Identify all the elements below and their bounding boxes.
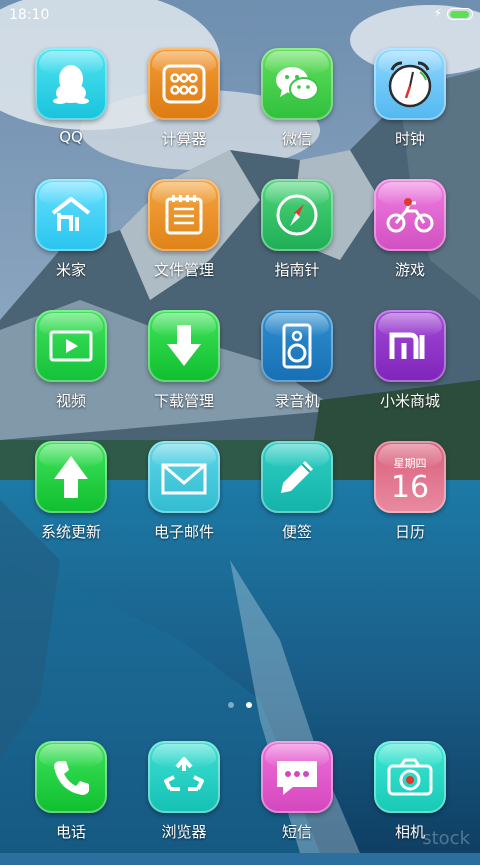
app-compass[interactable]: 指南针 [241, 179, 353, 303]
app-label: 电话 [55, 823, 86, 841]
mi-logo-icon [374, 310, 446, 382]
app-label: 文件管理 [153, 261, 214, 279]
app-label: 系统更新 [40, 523, 101, 541]
dock-messages[interactable]: 短信 [241, 741, 353, 865]
calendar-day: 16 [390, 470, 430, 505]
app-label: 时钟 [394, 130, 425, 148]
app-label: 下载管理 [153, 392, 214, 410]
page-dot-active[interactable] [246, 702, 252, 708]
file-manager-icon [148, 179, 220, 251]
video-icon [35, 310, 107, 382]
app-label: 微信 [281, 130, 312, 148]
watermark: stock [422, 828, 470, 849]
speaker-icon [261, 310, 333, 382]
download-icon [148, 310, 220, 382]
app-calculator[interactable]: 计算器 [128, 48, 240, 172]
calendar-icon: 星期四 16 [374, 441, 446, 513]
motorcycle-icon [374, 179, 446, 251]
app-wechat[interactable]: 微信 [241, 48, 353, 172]
app-label: 米家 [55, 261, 86, 279]
app-file-manager[interactable]: 文件管理 [128, 179, 240, 303]
app-label: 小米商城 [379, 392, 440, 410]
page-dot[interactable] [228, 702, 234, 708]
battery-icon [447, 8, 473, 20]
calculator-icon [148, 48, 220, 120]
phone-icon [35, 741, 107, 813]
recycle-icon [148, 741, 220, 813]
charging-icon: ⚡ [433, 6, 442, 20]
compass-icon [261, 179, 333, 251]
app-label: 便签 [281, 523, 312, 541]
status-time: 18:10 [9, 7, 50, 23]
app-label: 电子邮件 [153, 523, 214, 541]
upload-icon [35, 441, 107, 513]
app-recorder[interactable]: 录音机 [241, 310, 353, 434]
camera-icon [374, 741, 446, 813]
app-game[interactable]: 游戏 [354, 179, 466, 303]
app-notes[interactable]: 便签 [241, 441, 353, 565]
app-label: 指南针 [274, 261, 320, 279]
app-email[interactable]: 电子邮件 [128, 441, 240, 565]
mijia-icon [35, 179, 107, 251]
app-label: 录音机 [274, 392, 320, 410]
dock-phone[interactable]: 电话 [15, 741, 127, 865]
app-label: 计算器 [161, 130, 207, 148]
page-indicator [0, 702, 480, 708]
app-label: 相机 [394, 823, 425, 841]
status-bar: 18:10 ⚡ [0, 0, 480, 30]
app-label: 视频 [55, 392, 86, 410]
pencil-icon [261, 441, 333, 513]
app-calendar[interactable]: 星期四 16 日历 [354, 441, 466, 565]
app-label: 游戏 [394, 261, 425, 279]
qq-icon [35, 48, 107, 120]
dock-browser[interactable]: 浏览器 [128, 741, 240, 865]
app-updater[interactable]: 系统更新 [15, 441, 127, 565]
app-label: 浏览器 [161, 823, 207, 841]
app-mijia[interactable]: 米家 [15, 179, 127, 303]
app-clock[interactable]: 时钟 [354, 48, 466, 172]
envelope-icon [148, 441, 220, 513]
app-label: 短信 [281, 823, 312, 841]
clock-icon [374, 48, 446, 120]
app-label: QQ [59, 128, 83, 146]
app-mi-store[interactable]: 小米商城 [354, 310, 466, 434]
app-label: 日历 [394, 523, 425, 541]
calendar-weekday: 星期四 [393, 457, 427, 470]
app-video[interactable]: 视频 [15, 310, 127, 434]
app-qq[interactable]: QQ [15, 48, 127, 172]
app-downloads[interactable]: 下载管理 [128, 310, 240, 434]
message-icon [261, 741, 333, 813]
wechat-icon [261, 48, 333, 120]
